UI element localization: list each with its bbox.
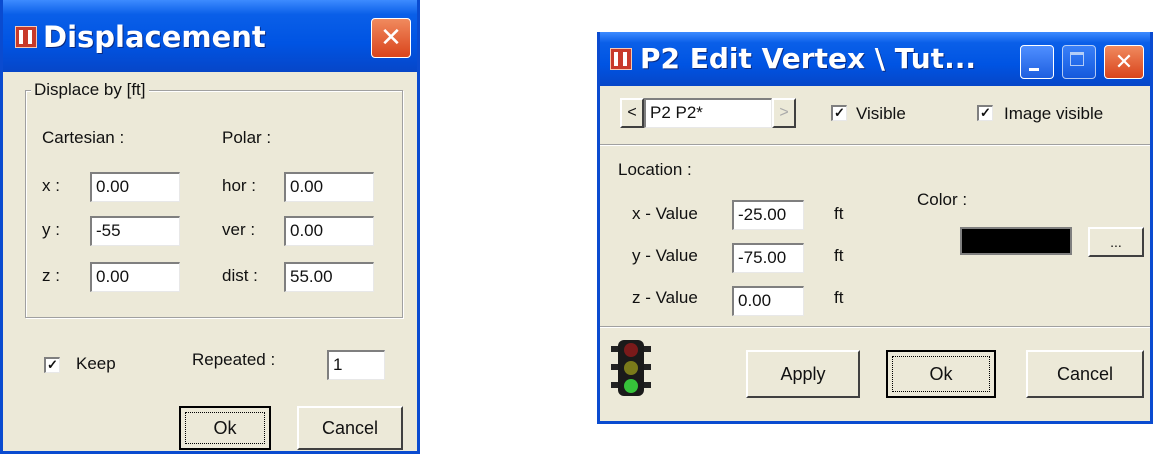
cartesian-heading: Cartesian : bbox=[42, 128, 125, 147]
color-picker-button[interactable]: ... bbox=[1088, 227, 1144, 257]
y-unit: ft bbox=[834, 246, 844, 265]
y-value-input[interactable]: -75.00 bbox=[732, 243, 804, 273]
ok-button[interactable]: Ok bbox=[886, 350, 996, 398]
ver-label: ver : bbox=[222, 220, 256, 239]
divider bbox=[600, 144, 1150, 146]
next-vertex-button[interactable]: > bbox=[772, 98, 796, 128]
divider bbox=[600, 326, 1150, 328]
chevron-right-icon: > bbox=[779, 104, 789, 121]
traffic-light-icon bbox=[611, 340, 651, 396]
close-button[interactable]: ✕ bbox=[1104, 45, 1144, 79]
keep-checkbox[interactable]: ✓ bbox=[44, 357, 60, 373]
vertex-name-input[interactable]: P2 P2* bbox=[644, 98, 772, 128]
close-icon: ✕ bbox=[380, 23, 402, 53]
cancel-button[interactable]: Cancel bbox=[297, 406, 403, 450]
hor-input[interactable]: 0.00 bbox=[284, 172, 374, 202]
displacement-dialog: Displacement ✕ Displace by [ft] Cartesia… bbox=[0, 0, 420, 454]
z-unit: ft bbox=[834, 288, 844, 307]
edit-vertex-dialog: P2 Edit Vertex \ Tut... ✕ < P2 P2* > ✓ V… bbox=[597, 32, 1153, 424]
visible-checkbox[interactable]: ✓ bbox=[831, 105, 847, 121]
visible-label: Visible bbox=[856, 104, 906, 123]
close-button[interactable]: ✕ bbox=[371, 18, 411, 58]
ver-input[interactable]: 0.00 bbox=[284, 216, 374, 246]
z-value-input[interactable]: 0.00 bbox=[732, 286, 804, 316]
y-label: y : bbox=[42, 220, 60, 239]
close-icon: ✕ bbox=[1114, 49, 1134, 75]
maximize-button[interactable] bbox=[1062, 45, 1096, 79]
z-value-label: z - Value bbox=[632, 288, 698, 307]
minimize-icon bbox=[1029, 68, 1039, 71]
prev-vertex-button[interactable]: < bbox=[620, 98, 644, 128]
displacement-titlebar[interactable]: Displacement ✕ bbox=[3, 0, 417, 72]
group-title: Displace by [ft] bbox=[31, 80, 149, 100]
chevron-left-icon: < bbox=[627, 104, 637, 121]
dialog-title: P2 Edit Vertex \ Tut... bbox=[640, 42, 976, 75]
x-value-input[interactable]: -25.00 bbox=[732, 200, 804, 230]
cancel-label: Cancel bbox=[1056, 363, 1114, 384]
color-swatch[interactable] bbox=[960, 227, 1072, 255]
cancel-button[interactable]: Cancel bbox=[1026, 350, 1144, 398]
maximize-icon bbox=[1070, 52, 1084, 66]
z-label: z : bbox=[42, 266, 60, 285]
x-input[interactable]: 0.00 bbox=[90, 172, 180, 202]
repeated-label: Repeated : bbox=[192, 350, 276, 369]
app-logo-icon bbox=[15, 26, 37, 48]
apply-button[interactable]: Apply bbox=[746, 350, 860, 398]
z-input[interactable]: 0.00 bbox=[90, 262, 180, 292]
color-heading: Color : bbox=[917, 190, 968, 209]
y-input[interactable]: -55 bbox=[90, 216, 180, 246]
dist-input[interactable]: 55.00 bbox=[284, 262, 374, 292]
edit-vertex-titlebar[interactable]: P2 Edit Vertex \ Tut... ✕ bbox=[600, 32, 1150, 86]
apply-label: Apply bbox=[780, 363, 826, 384]
ok-label: Ok bbox=[213, 417, 237, 438]
keep-label: Keep bbox=[76, 354, 116, 373]
image-visible-label: Image visible bbox=[1004, 104, 1104, 123]
x-label: x : bbox=[42, 176, 60, 195]
image-visible-checkbox[interactable]: ✓ bbox=[977, 105, 993, 121]
polar-heading: Polar : bbox=[222, 128, 272, 147]
x-unit: ft bbox=[834, 204, 844, 223]
hor-label: hor : bbox=[222, 176, 257, 195]
dialog-title: Displacement bbox=[43, 20, 266, 54]
repeated-input[interactable]: 1 bbox=[327, 350, 385, 380]
ok-label: Ok bbox=[929, 363, 953, 384]
app-logo-icon bbox=[610, 48, 632, 70]
minimize-button[interactable] bbox=[1020, 45, 1054, 79]
cancel-label: Cancel bbox=[321, 417, 379, 438]
dist-label: dist : bbox=[222, 266, 258, 285]
y-value-label: y - Value bbox=[632, 246, 698, 265]
ok-button[interactable]: Ok bbox=[179, 406, 271, 450]
ellipsis-icon: ... bbox=[1110, 234, 1122, 250]
x-value-label: x - Value bbox=[632, 204, 698, 223]
location-heading: Location : bbox=[618, 160, 692, 179]
